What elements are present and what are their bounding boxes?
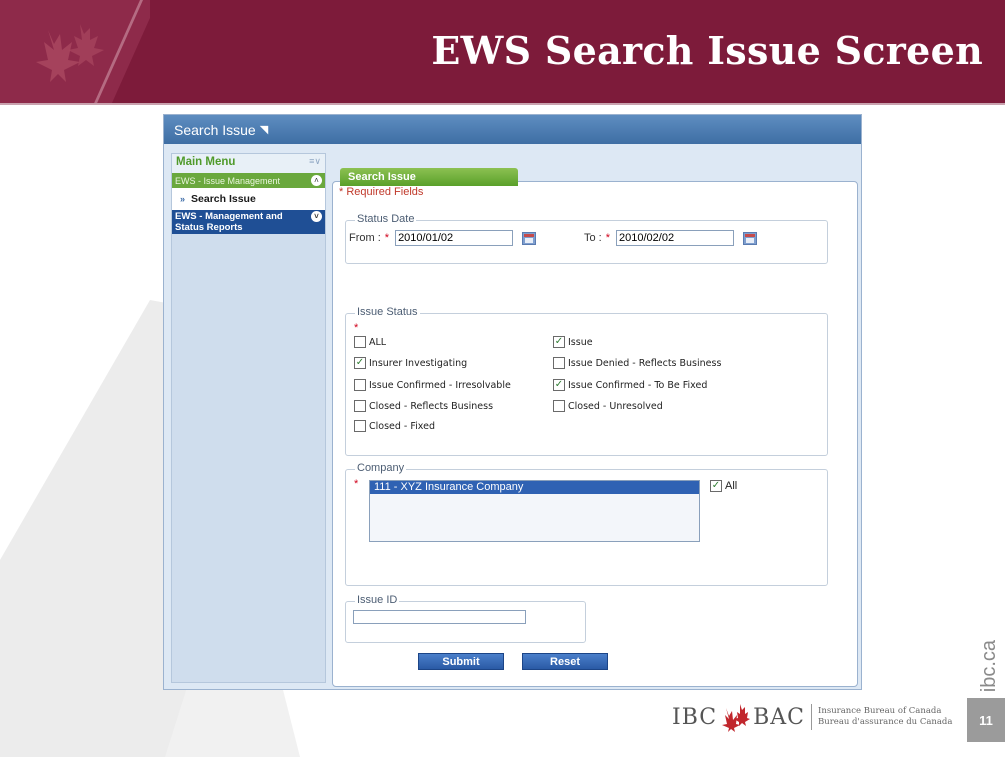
main-menu-title: Main Menu [176, 156, 236, 168]
main-menu-header: Main Menu ≡∨ [172, 154, 325, 173]
app-titlebar: Search Issue ◥ [164, 115, 861, 144]
calendar-icon[interactable] [522, 231, 537, 245]
status-option-issue[interactable]: ✓ Issue [553, 336, 593, 348]
checkbox-all[interactable] [354, 336, 366, 348]
to-label: To : [584, 232, 602, 244]
sidebar-category-issue-management[interactable]: EWS - Issue Management ˄ [172, 173, 325, 188]
checkbox-label: Issue Denied - Reflects Business [568, 357, 722, 369]
logo-text-en: Insurance Bureau of Canada [818, 706, 942, 716]
checkbox-label: Closed - Reflects Business [369, 400, 494, 412]
issue-status-group: Issue Status * ALL ✓ Issue ✓ Insurer Inv… [345, 306, 828, 456]
status-date-legend: Status Date [355, 213, 417, 225]
checkbox-label: All [725, 480, 738, 492]
checkbox-label: ALL [369, 336, 387, 348]
sidebar-category-label: EWS - Issue Management [175, 175, 281, 186]
page-number: 11 [967, 698, 1005, 742]
checkbox-closed-reflects-business[interactable] [354, 400, 366, 412]
ibc-bac-logo: IBC BAC Insurance Bureau of Canada Burea… [672, 695, 952, 739]
company-option-selected[interactable]: 111 - XYZ Insurance Company [370, 481, 699, 494]
status-option-confirmed-to-be-fixed[interactable]: ✓ Issue Confirmed - To Be Fixed [553, 379, 707, 391]
issue-id-legend: Issue ID [355, 594, 400, 606]
status-option-closed-unresolved[interactable]: Closed - Unresolved [553, 400, 663, 412]
sidebar-category-line1: EWS - Management and [175, 211, 283, 222]
checkbox-confirmed-irresolvable[interactable] [354, 379, 366, 391]
status-option-closed-fixed[interactable]: Closed - Fixed [354, 420, 435, 432]
status-date-group: Status Date From : * To : * [345, 213, 828, 264]
checkbox-insurer-investigating[interactable]: ✓ [354, 357, 366, 369]
checkbox-closed-unresolved[interactable] [553, 400, 565, 412]
app-body: Main Menu ≡∨ EWS - Issue Management ˄ » … [164, 144, 861, 689]
sidebar-item-search-issue[interactable]: » Search Issue [172, 188, 325, 210]
issue-id-input[interactable] [353, 610, 526, 624]
to-date-input[interactable] [616, 230, 735, 246]
sidebar-category-management-reports[interactable]: EWS - Management and Status Reports ˅ [172, 210, 325, 234]
side-url: ibc.ca [978, 640, 1000, 693]
checkbox-confirmed-to-be-fixed[interactable]: ✓ [553, 379, 565, 391]
from-date-row: From : * [349, 230, 537, 246]
sidebar-item-label: Search Issue [191, 193, 256, 205]
status-option-all[interactable]: ALL [354, 336, 386, 348]
sidebar-category-label: EWS - Management and Status Reports [175, 211, 283, 233]
chevron-right-icon: » [180, 194, 186, 204]
status-option-issue-denied[interactable]: Issue Denied - Reflects Business [553, 357, 721, 369]
checkbox-label: Closed - Unresolved [568, 400, 663, 412]
company-group: Company * 111 - XYZ Insurance Company ✓ … [345, 462, 828, 586]
required-star: * [384, 232, 390, 244]
main-panel: * Required Fields Status Date From : * T… [332, 168, 858, 687]
logo-divider [811, 704, 812, 730]
checkbox-label: Issue Confirmed - To Be Fixed [568, 379, 708, 391]
logo-bac: BAC [753, 704, 805, 730]
submit-button[interactable]: Submit [418, 653, 504, 670]
app-window: Search Issue ◥ Main Menu ≡∨ EWS - Issue … [163, 114, 862, 690]
checkbox-issue[interactable]: ✓ [553, 336, 565, 348]
status-option-insurer-investigating[interactable]: ✓ Insurer Investigating [354, 357, 467, 369]
tab-search-issue[interactable]: Search Issue [340, 168, 518, 186]
required-star: * [354, 322, 359, 334]
required-star: * [605, 232, 611, 244]
checkbox-label: Insurer Investigating [369, 357, 468, 369]
from-label: From : [349, 232, 381, 244]
pin-icon[interactable]: ◥ [260, 123, 268, 136]
menu-grip-icon[interactable]: ≡∨ [309, 156, 321, 171]
status-option-closed-reflects-business[interactable]: Closed - Reflects Business [354, 400, 493, 412]
calendar-icon[interactable] [743, 231, 758, 245]
app-title: Search Issue [174, 121, 256, 138]
issue-id-group: Issue ID [345, 594, 586, 643]
slide-header: EWS Search Issue Screen [0, 0, 1005, 103]
search-form-panel: * Required Fields Status Date From : * T… [332, 181, 858, 687]
checkbox-label: Closed - Fixed [369, 420, 435, 432]
issue-status-legend: Issue Status [355, 306, 420, 318]
maple-leaf-icon [36, 24, 104, 82]
company-all-option[interactable]: ✓ All [710, 480, 737, 492]
logo-text: Insurance Bureau of Canada Bureau d'assu… [818, 706, 952, 728]
sidebar-category-line2: Status Reports [175, 222, 243, 233]
logo-text-fr: Bureau d'assurance du Canada [818, 717, 953, 727]
slide-title: EWS Search Issue Screen [431, 28, 983, 73]
checkbox-company-all[interactable]: ✓ [710, 480, 722, 492]
expand-icon[interactable]: ˅ [311, 211, 322, 222]
reset-button[interactable]: Reset [522, 653, 608, 670]
sidebar: Main Menu ≡∨ EWS - Issue Management ˄ » … [171, 153, 326, 683]
from-date-input[interactable] [395, 230, 514, 246]
checkbox-label: Issue Confirmed - Irresolvable [369, 379, 511, 391]
status-option-confirmed-irresolvable[interactable]: Issue Confirmed - Irresolvable [354, 379, 511, 391]
checkbox-label: Issue [568, 336, 593, 348]
required-star: * [354, 478, 359, 490]
checkbox-issue-denied[interactable] [553, 357, 565, 369]
to-date-row: To : * [584, 230, 758, 246]
logo-ibc: IBC [672, 704, 718, 730]
company-legend: Company [355, 462, 407, 474]
collapse-icon[interactable]: ˄ [311, 175, 322, 186]
header-rule [0, 103, 1005, 105]
required-fields-note: * Required Fields [339, 186, 424, 198]
checkbox-closed-fixed[interactable] [354, 420, 366, 432]
company-listbox[interactable]: 111 - XYZ Insurance Company [369, 480, 700, 542]
maple-leaf-logo-icon [722, 704, 751, 732]
